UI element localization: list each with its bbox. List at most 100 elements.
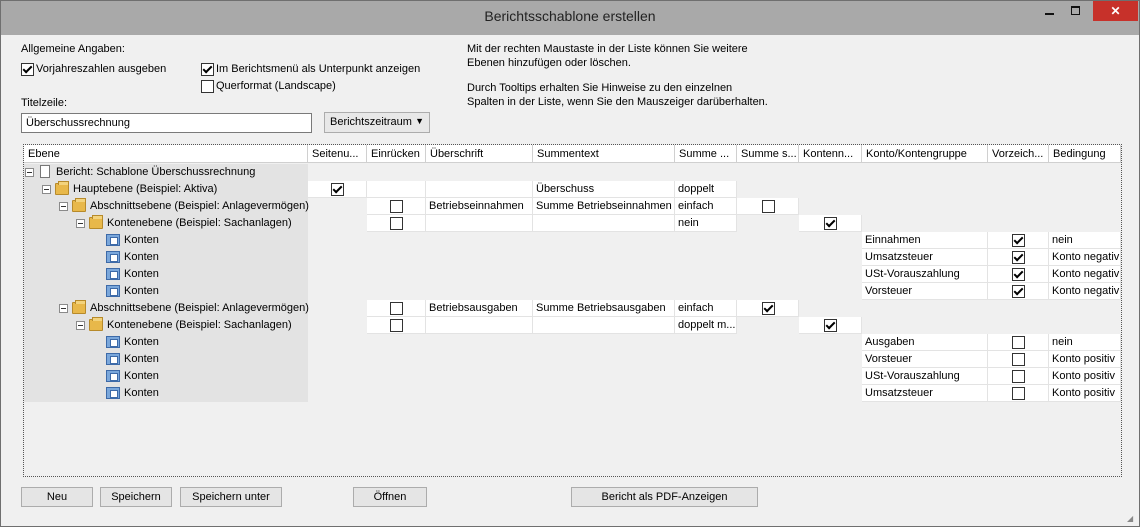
save-as-button[interactable]: Speichern unter (180, 487, 282, 507)
tree-row[interactable]: Konten Umsatzsteuer Konto negativ (24, 249, 1121, 266)
cell-bedingung[interactable]: Konto negativ (1049, 283, 1121, 300)
checkbox[interactable] (761, 200, 775, 213)
cell-seitenumbruch[interactable] (308, 181, 367, 198)
column-header-summentext[interactable]: Summentext (533, 145, 675, 163)
cell-konto-kontengruppe[interactable]: Umsatzsteuer (862, 249, 988, 266)
checkbox[interactable] (824, 319, 837, 332)
tree-row[interactable]: Konten Vorsteuer Konto negativ (24, 283, 1121, 300)
cell-ueberschrift[interactable] (426, 317, 533, 334)
tree-row[interactable]: Kontenebene (Beispiel: Sachanlagen) nein (24, 215, 1121, 232)
cell-summe-s[interactable] (737, 198, 799, 215)
checkbox[interactable] (1012, 234, 1025, 247)
tree-item-label[interactable]: Konten (124, 249, 159, 266)
cell-vorzeichen[interactable] (988, 283, 1049, 300)
collapse-icon[interactable] (59, 304, 68, 313)
cell-bedingung[interactable]: Konto negativ (1049, 249, 1121, 266)
tree-row[interactable]: Abschnittsebene (Beispiel: Anlagevermöge… (24, 300, 1121, 317)
cell-konto-kontengruppe[interactable]: USt-Vorauszahlung (862, 368, 988, 385)
cell-vorzeichen[interactable] (988, 266, 1049, 283)
cell-bedingung[interactable]: Konto positiv (1049, 368, 1121, 385)
column-header-vorzeichen[interactable]: Vorzeich... (988, 145, 1049, 163)
cell-konto-kontengruppe[interactable]: Vorsteuer (862, 283, 988, 300)
tree-row[interactable]: Konten Ausgaben nein (24, 334, 1121, 351)
tree-item-label[interactable]: Konten (124, 232, 159, 249)
open-button[interactable]: Öffnen (353, 487, 427, 507)
checkbox[interactable] (1012, 251, 1025, 264)
maximize-button[interactable] (1063, 1, 1089, 21)
cell-konto-kontengruppe[interactable]: Ausgaben (862, 334, 988, 351)
cell-vorzeichen[interactable] (988, 334, 1049, 351)
submenu-label[interactable]: Im Berichtsmenü als Unterpunkt anzeigen (216, 63, 420, 75)
cell-vorzeichen[interactable] (988, 368, 1049, 385)
cell-bedingung[interactable]: nein (1049, 232, 1121, 249)
collapse-icon[interactable] (76, 219, 85, 228)
cell-ueberschrift[interactable] (426, 215, 533, 232)
tree-row[interactable]: Hauptebene (Beispiel: Aktiva) Überschuss d… (24, 181, 1121, 198)
collapse-icon[interactable] (76, 321, 85, 330)
tree-row[interactable]: Kontenebene (Beispiel: Sachanlagen) doppe… (24, 317, 1121, 334)
minimize-button[interactable] (1037, 1, 1063, 21)
collapse-icon[interactable] (42, 185, 51, 194)
tree-item-label[interactable]: Abschnittsebene (Beispiel: Anlagevermöge… (90, 198, 309, 215)
cell-summentext[interactable] (533, 215, 675, 232)
cell-einruecken[interactable] (367, 300, 426, 317)
column-header-bedingung[interactable]: Bedingung (1049, 145, 1121, 163)
cell-bedingung[interactable]: Konto negativ (1049, 266, 1121, 283)
landscape-label[interactable]: Querformat (Landscape) (216, 80, 336, 92)
checkbox[interactable] (390, 217, 403, 230)
cell-kontennachweis[interactable] (799, 215, 862, 232)
save-button[interactable]: Speichern (100, 487, 172, 507)
cell-einruecken[interactable] (367, 198, 426, 215)
cell-summe-s[interactable] (737, 300, 799, 317)
resize-grip-icon[interactable]: ◢ (1127, 514, 1137, 524)
period-select[interactable]: Berichtszeitraum ▼ (324, 112, 430, 133)
cell-summe[interactable]: nein (675, 215, 737, 232)
cell-summentext[interactable]: Summe Betriebsausgaben (533, 300, 675, 317)
submenu-checkbox[interactable] (201, 63, 214, 76)
tree-item-label[interactable]: Konten (124, 368, 159, 385)
tree-row[interactable]: Konten Einnahmen nein (24, 232, 1121, 249)
tree-item-label[interactable]: Konten (124, 266, 159, 283)
cell-einruecken[interactable] (367, 181, 426, 198)
column-header-einruecken[interactable]: Einrücken (367, 145, 426, 163)
checkbox[interactable] (1012, 336, 1025, 349)
cell-ueberschrift[interactable]: Betriebseinnahmen (426, 198, 533, 215)
cell-konto-kontengruppe[interactable]: Einnahmen (862, 232, 988, 249)
tree-item-label[interactable]: Konten (124, 385, 159, 402)
tree-item-label[interactable]: Konten (124, 283, 159, 300)
column-header-konto-kontengruppe[interactable]: Konto/Kontengruppe (862, 145, 988, 163)
landscape-checkbox[interactable] (201, 80, 214, 93)
cell-einruecken[interactable] (367, 317, 426, 334)
tree-item-label[interactable]: Bericht: Schablone Überschussrechnung (56, 164, 255, 181)
cell-summe[interactable]: einfach (675, 198, 737, 215)
checkbox[interactable] (1012, 370, 1025, 383)
checkbox[interactable] (1012, 268, 1025, 281)
cell-summe[interactable]: doppelt (675, 181, 737, 198)
tree-row[interactable]: Konten USt-Vorauszahlung Konto negativ (24, 266, 1121, 283)
tree-item-label[interactable]: Konten (124, 351, 159, 368)
cell-summe[interactable]: einfach (675, 300, 737, 317)
cell-summentext[interactable]: Überschuss (533, 181, 675, 198)
column-header-kontennachweis[interactable]: Kontenn... (799, 145, 862, 163)
checkbox[interactable] (1012, 285, 1025, 298)
collapse-icon[interactable] (25, 168, 34, 177)
tree-row[interactable]: Konten USt-Vorauszahlung Konto positiv (24, 368, 1121, 385)
tree-item-label[interactable]: Kontenebene (Beispiel: Sachanlagen) (107, 215, 292, 232)
column-header-summe[interactable]: Summe ... (675, 145, 737, 163)
checkbox[interactable] (331, 183, 344, 196)
collapse-icon[interactable] (59, 202, 68, 211)
new-button[interactable]: Neu (21, 487, 93, 507)
tree-item-label[interactable]: Hauptebene (Beispiel: Aktiva) (73, 181, 217, 198)
cell-bedingung[interactable]: nein (1049, 334, 1121, 351)
tree-row[interactable]: Bericht: Schablone Überschussrechnung (24, 164, 1121, 181)
cell-summentext[interactable] (533, 317, 675, 334)
cell-vorzeichen[interactable] (988, 351, 1049, 368)
checkbox[interactable] (390, 319, 403, 332)
checkbox[interactable] (824, 217, 837, 230)
checkbox[interactable] (390, 302, 403, 315)
cell-ueberschrift[interactable]: Betriebsausgaben (426, 300, 533, 317)
checkbox[interactable] (1012, 387, 1025, 400)
cell-vorzeichen[interactable] (988, 232, 1049, 249)
checkbox[interactable] (761, 302, 775, 315)
tree-item-label[interactable]: Abschnittsebene (Beispiel: Anlagevermöge… (90, 300, 309, 317)
